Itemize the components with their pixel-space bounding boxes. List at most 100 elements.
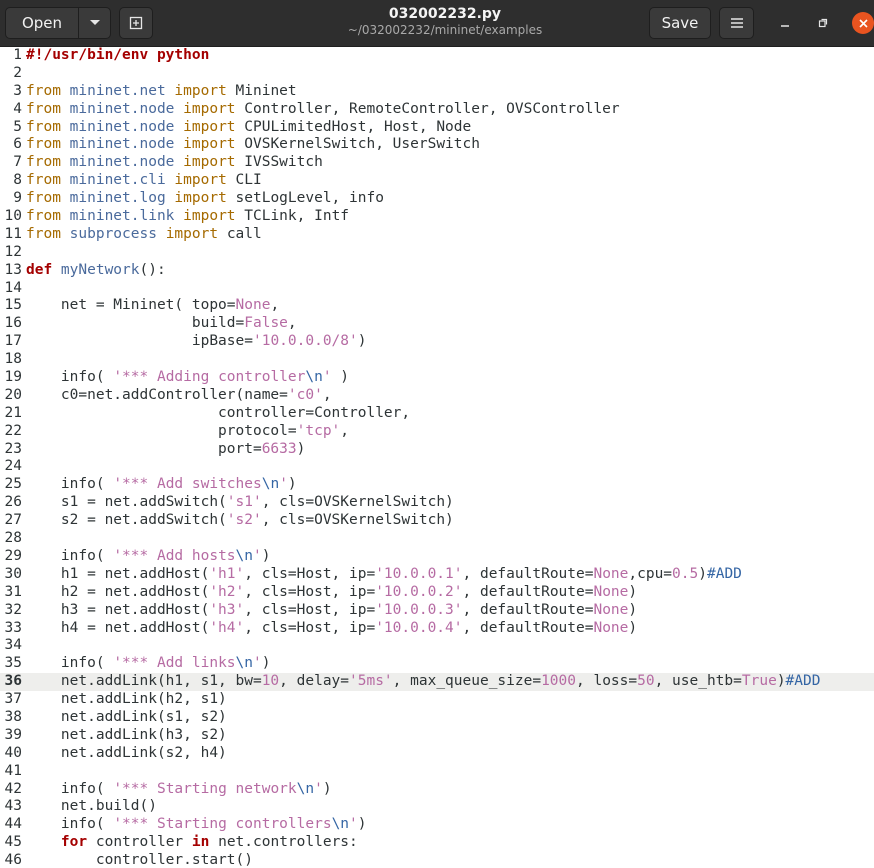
code-line[interactable]: 43 net.build(): [0, 798, 874, 816]
code-text: info( '*** Add switches\n'): [22, 476, 297, 494]
code-token: 'h4': [209, 619, 245, 636]
code-line[interactable]: 10 from mininet.link import TCLink, Intf: [0, 208, 874, 226]
code-line[interactable]: 24: [0, 458, 874, 476]
code-text: net = Mininet( topo=None,: [22, 297, 279, 315]
open-button[interactable]: Open: [5, 7, 79, 39]
code-line[interactable]: 3 from mininet.net import Mininet: [0, 83, 874, 101]
code-text: h4 = net.addHost('h4', cls=Host, ip='10.…: [22, 620, 637, 638]
minimize-button[interactable]: [774, 12, 796, 34]
line-number: 18: [4, 351, 22, 368]
code-line[interactable]: 12: [0, 244, 874, 262]
code-line[interactable]: 17 ipBase='10.0.0.0/8'): [0, 333, 874, 351]
code-line[interactable]: 21 controller=Controller,: [0, 405, 874, 423]
code-text: from mininet.log import setLogLevel, inf…: [22, 190, 384, 208]
code-line[interactable]: 46 controller.start(): [0, 852, 874, 868]
code-line[interactable]: 11 from subprocess import call: [0, 226, 874, 244]
line-number: 44: [4, 816, 22, 833]
code-line[interactable]: 4 from mininet.node import Controller, Re…: [0, 101, 874, 119]
code-line[interactable]: 6 from mininet.node import OVSKernelSwitc…: [0, 136, 874, 154]
chevron-down-icon: [89, 20, 100, 25]
code-token: CPULimitedHost, Host, Node: [244, 118, 472, 135]
code-line[interactable]: 2: [0, 65, 874, 83]
menu-button[interactable]: [719, 7, 754, 39]
line-number: 7: [13, 154, 22, 171]
code-token: ipBase=: [26, 333, 253, 350]
code-line[interactable]: 30 h1 = net.addHost('h1', cls=Host, ip='…: [0, 566, 874, 584]
code-line[interactable]: 25 info( '*** Add switches\n'): [0, 476, 874, 494]
code-token: , delay=: [279, 673, 350, 690]
code-line[interactable]: 7 from mininet.node import IVSSwitch: [0, 154, 874, 172]
code-line[interactable]: 39 net.addLink(h3, s2): [0, 727, 874, 745]
new-tab-button[interactable]: [119, 7, 153, 39]
code-editor[interactable]: 1 #!/usr/bin/env python 2 3 from mininet.net…: [0, 47, 874, 868]
code-line[interactable]: 32 h3 = net.addHost('h3', cls=Host, ip='…: [0, 602, 874, 620]
code-line[interactable]: 16 build=False,: [0, 315, 874, 333]
code-line[interactable]: 40 net.addLink(s2, h4): [0, 745, 874, 763]
file-name: 032002232.py: [388, 6, 502, 22]
code-token: ': [349, 816, 358, 833]
code-token: , defaultRoute=: [462, 583, 594, 600]
code-text: build=False,: [22, 315, 297, 333]
line-number: 43: [4, 798, 22, 815]
code-token: '*** Add links: [113, 655, 236, 672]
code-line[interactable]: 29 info( '*** Add hosts\n'): [0, 548, 874, 566]
code-line[interactable]: 31 h2 = net.addHost('h2', cls=Host, ip='…: [0, 584, 874, 602]
code-token: protocol=: [26, 422, 297, 439]
code-line[interactable]: 34: [0, 637, 874, 655]
code-line[interactable]: 18: [0, 351, 874, 369]
code-line[interactable]: 23 port=6633): [0, 441, 874, 459]
code-token: '5ms': [349, 673, 393, 690]
code-line[interactable]: 9 from mininet.log import setLogLevel, in…: [0, 190, 874, 208]
code-token: import: [156, 225, 227, 242]
open-menu-button[interactable]: [78, 7, 111, 39]
code-token: info(: [26, 476, 114, 493]
code-token: net.addLink(h2, s1): [26, 691, 227, 708]
code-token: for: [60, 834, 88, 851]
code-token: net.controllers:: [209, 834, 358, 851]
code-line[interactable]: 8 from mininet.cli import CLI: [0, 172, 874, 190]
code-line[interactable]: 37 net.addLink(h2, s1): [0, 691, 874, 709]
code-line[interactable]: 1 #!/usr/bin/env python: [0, 47, 874, 65]
close-button[interactable]: [852, 12, 874, 34]
code-line[interactable]: 36 net.addLink(h1, s1, bw=10, delay='5ms…: [0, 673, 874, 692]
code-line[interactable]: 38 net.addLink(s1, s2): [0, 709, 874, 727]
code-token: #!/usr/bin/env python: [26, 47, 210, 63]
code-token: '10.0.0.0/8': [252, 333, 358, 350]
code-token: ): [776, 673, 786, 690]
code-token: ,: [287, 315, 297, 332]
code-line[interactable]: 5 from mininet.node import CPULimitedHost…: [0, 119, 874, 137]
code-line[interactable]: 19 info( '*** Adding controller\n' ): [0, 369, 874, 387]
code-line[interactable]: 28: [0, 530, 874, 548]
line-number: 13: [4, 261, 22, 278]
code-token: myNetwork: [60, 261, 140, 278]
code-line[interactable]: 15 net = Mininet( topo=None,: [0, 297, 874, 315]
save-button[interactable]: Save: [649, 7, 711, 39]
header-bar: Open 032002232.py ~/032002232/mininet/ex…: [0, 0, 874, 47]
code-line[interactable]: 42 info( '*** Starting network\n'): [0, 781, 874, 799]
code-token: ,: [270, 297, 280, 314]
code-token: 'h3': [209, 601, 245, 618]
code-line[interactable]: 22 protocol='tcp',: [0, 423, 874, 441]
code-token: mininet.net: [69, 82, 166, 99]
code-token: net.addLink(h3, s2): [26, 726, 227, 743]
code-text: controller.start(): [22, 852, 253, 868]
code-text: from mininet.net import Mininet: [22, 83, 297, 101]
code-line[interactable]: 33 h4 = net.addHost('h4', cls=Host, ip='…: [0, 620, 874, 638]
code-token: net.addLink(s1, s2): [26, 708, 227, 725]
line-number: 26: [4, 494, 22, 511]
code-line[interactable]: 45 for controller in net.controllers:: [0, 834, 874, 852]
code-token: None: [593, 565, 629, 582]
code-line[interactable]: 27 s2 = net.addSwitch('s2', cls=OVSKerne…: [0, 512, 874, 530]
code-line[interactable]: 20 c0=net.addController(name='c0',: [0, 387, 874, 405]
code-token: h3 = net.addHost(: [26, 601, 210, 618]
maximize-button[interactable]: [812, 12, 834, 34]
code-line[interactable]: 41: [0, 763, 874, 781]
code-line[interactable]: 26 s1 = net.addSwitch('s1', cls=OVSKerne…: [0, 494, 874, 512]
code-line[interactable]: 13 def myNetwork():: [0, 262, 874, 280]
code-line[interactable]: 14: [0, 280, 874, 298]
code-token: ': [279, 476, 288, 493]
code-line[interactable]: 44 info( '*** Starting controllers\n'): [0, 816, 874, 834]
code-line[interactable]: 35 info( '*** Add links\n'): [0, 655, 874, 673]
code-token: mininet.node: [69, 136, 175, 153]
code-token: import: [174, 118, 245, 135]
